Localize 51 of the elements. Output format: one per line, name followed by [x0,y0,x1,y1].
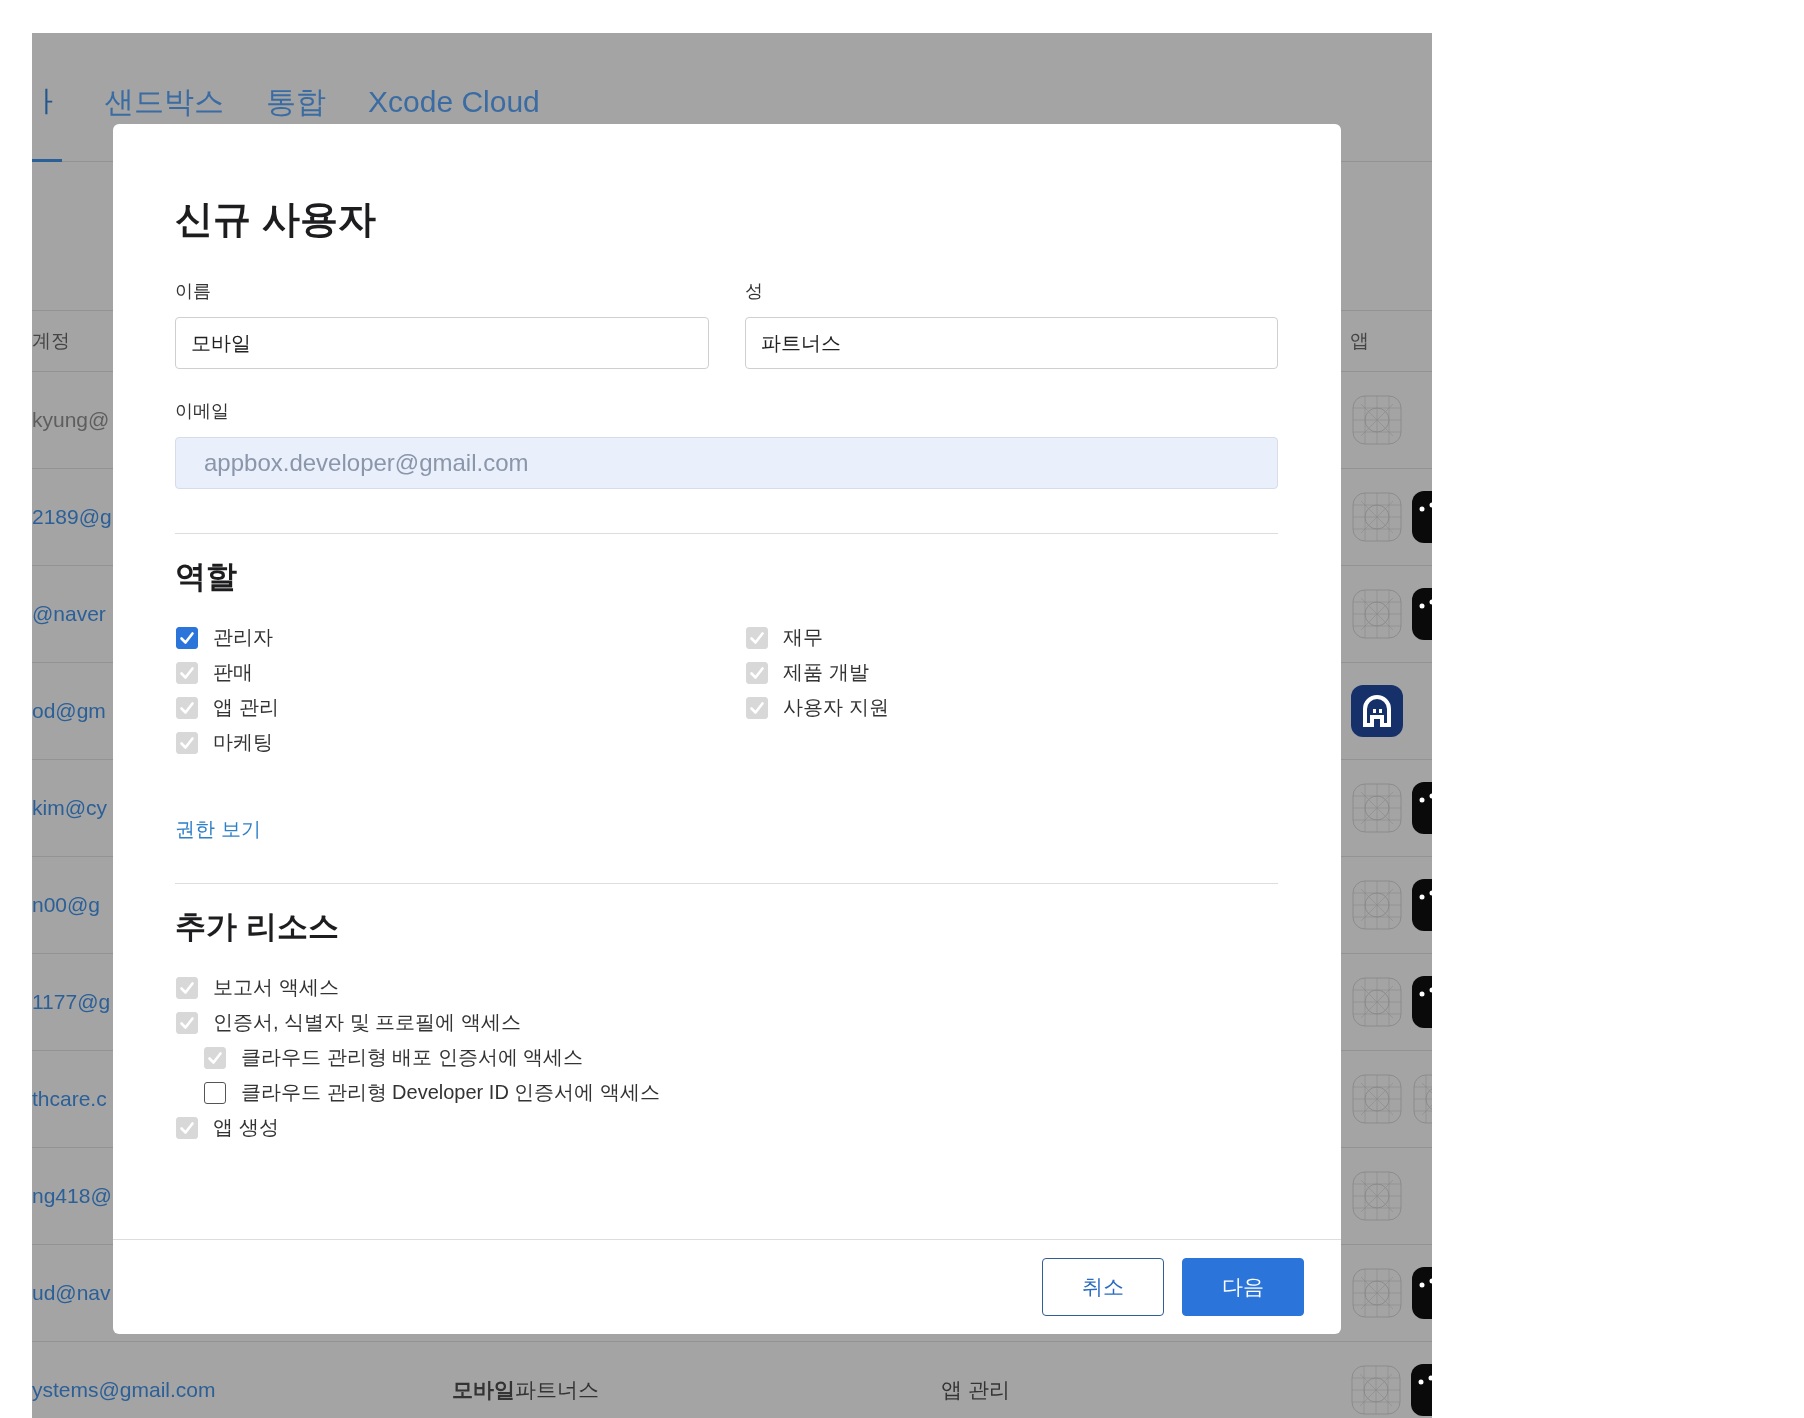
account-email[interactable]: ud@nav [32,1281,113,1305]
account-email[interactable]: thcare.c [32,1087,113,1111]
account-email[interactable]: ystems@gmail.com [32,1378,452,1402]
section-heading: 역할 [175,558,238,596]
user-name: 모바일파트너스 [451,1377,600,1403]
app-placeholder-icon [1350,976,1403,1028]
app-placeholder-icon [1350,394,1403,446]
account-email[interactable]: ng418@ [32,1184,113,1208]
account-email[interactable]: kim@cy [32,796,113,820]
checkbox-label: 클라우드 관리형 Developer ID 인증서에 액세스 [241,1080,660,1105]
checkbox-label: 관리자 [213,625,273,650]
app-icon [1350,685,1403,737]
checkbox-label: 앱 관리 [213,695,279,720]
app-placeholder-icon [1350,1364,1403,1416]
account-email[interactable]: 1177@g [32,990,113,1014]
field-label: 이메일 [175,400,230,423]
app-placeholder-icon [1350,588,1403,640]
checkbox-label: 판매 [213,660,253,685]
tab[interactable]: ㅏ [32,85,62,162]
cancel-button[interactable]: 취소 [1042,1258,1164,1316]
checkbox-label: 제품 개발 [783,660,869,685]
column-header: 앱 [1350,329,1370,353]
checkbox-label: 인증서, 식별자 및 프로필에 액세스 [213,1010,521,1035]
field-label: 이름 [175,280,212,303]
checkbox-label: 마케팅 [213,730,273,755]
app-placeholder-icon [1350,491,1403,543]
checkbox-label: 사용자 지원 [783,695,889,720]
checkbox-label: 클라우드 관리형 배포 인증서에 액세스 [241,1045,584,1070]
account-email[interactable]: od@gm [32,699,113,723]
checkbox-label: 보고서 액세스 [213,975,339,1000]
text-field[interactable]: 모바일 [175,317,709,369]
account-email[interactable]: @naver [32,602,113,626]
section-heading: 추가 리소스 [175,908,340,946]
account-email: kyung@ [32,408,111,432]
checkbox[interactable] [176,626,198,649]
column-header: 계정 [32,329,70,353]
checkbox-label: 재무 [783,625,823,650]
user-role: 앱 관리 [941,1377,1012,1403]
app-placeholder-icon [1350,879,1403,931]
app-placeholder-icon [1350,1170,1403,1222]
account-email[interactable]: 2189@g [32,505,113,529]
app-placeholder-icon [1350,782,1403,834]
app-placeholder-icon [1350,1073,1403,1125]
checkbox-label: 앱 생성 [213,1115,279,1140]
permissions-link[interactable]: 권한 보기 [175,816,261,843]
app-placeholder-icon [1350,1267,1403,1319]
field-label: 성 [744,280,764,303]
next-button[interactable]: 다음 [1182,1258,1304,1316]
dialog-title: 신규 사용자 [175,197,377,242]
text-field[interactable]: 파트너스 [744,317,1278,369]
account-email[interactable]: n00@g [32,893,113,917]
